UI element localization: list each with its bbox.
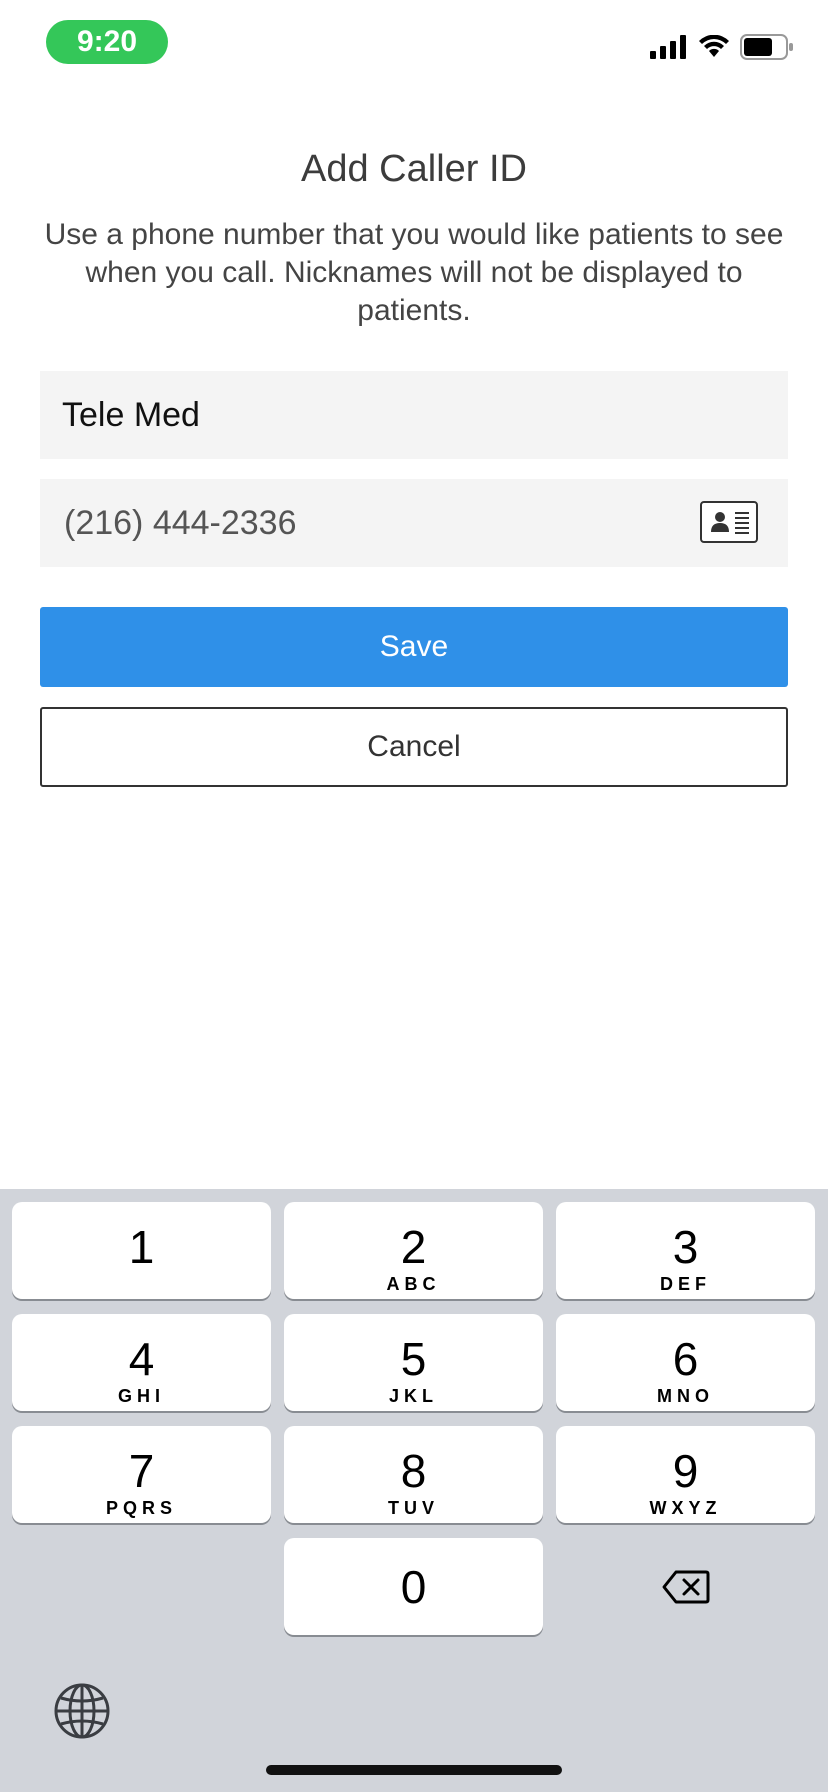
key-digit: 2 (400, 1221, 427, 1273)
key-8[interactable]: 8 TUV (284, 1426, 543, 1523)
cancel-button[interactable]: Cancel (40, 707, 788, 787)
key-0[interactable]: 0 (284, 1538, 543, 1635)
key-6[interactable]: 6 MNO (556, 1314, 815, 1411)
key-digit: 3 (672, 1221, 699, 1273)
key-2[interactable]: 2 ABC (284, 1202, 543, 1299)
key-digit: 5 (400, 1333, 427, 1385)
wifi-icon (699, 35, 729, 57)
key-letters: JKL (388, 1386, 438, 1406)
signal-icon (650, 35, 686, 59)
key-digit: 1 (128, 1221, 155, 1273)
key-4[interactable]: 4 GHI (12, 1314, 271, 1411)
phone-field-container (40, 479, 788, 567)
backspace-icon (662, 1570, 709, 1603)
globe-icon (54, 1683, 110, 1739)
key-5[interactable]: 5 JKL (284, 1314, 543, 1411)
status-time[interactable]: 9:20 (46, 20, 168, 64)
key-9[interactable]: 9 WXYZ (556, 1426, 815, 1523)
phone-number-input[interactable] (40, 479, 664, 567)
key-7[interactable]: 7 PQRS (12, 1426, 271, 1523)
key-digit: 9 (672, 1445, 699, 1497)
key-3[interactable]: 3 DEF (556, 1202, 815, 1299)
save-button[interactable]: Save (40, 607, 788, 687)
nickname-field-container (40, 371, 788, 459)
key-letters: DEF (660, 1274, 711, 1294)
key-letters: PQRS (105, 1498, 177, 1518)
contact-card-icon[interactable] (700, 501, 758, 543)
key-letters: MNO (657, 1386, 714, 1406)
numeric-keyboard: 1 2 ABC 3 DEF 4 GHI 5 JKL 6 MNO 7 PQRS 8… (0, 1189, 828, 1792)
key-digit: 0 (400, 1561, 427, 1613)
key-digit: 8 (400, 1445, 427, 1497)
globe-key[interactable] (52, 1681, 112, 1741)
key-letters: WXYZ (649, 1498, 722, 1518)
key-letters: GHI (117, 1386, 165, 1406)
page-title: Add Caller ID (301, 148, 527, 190)
status-bar: 9:20 (0, 0, 828, 90)
key-digit: 4 (128, 1333, 155, 1385)
key-digit: 6 (672, 1333, 699, 1385)
nickname-input[interactable] (40, 371, 662, 459)
key-1[interactable]: 1 (12, 1202, 271, 1299)
backspace-key[interactable] (556, 1538, 815, 1635)
home-indicator[interactable] (266, 1765, 562, 1775)
key-digit: 7 (128, 1445, 155, 1497)
battery-icon (740, 34, 793, 60)
status-icons (650, 34, 794, 60)
key-letters: TUV (388, 1498, 439, 1518)
key-letters: ABC (386, 1274, 441, 1294)
page-description: Use a phone number that you would like p… (44, 218, 784, 327)
